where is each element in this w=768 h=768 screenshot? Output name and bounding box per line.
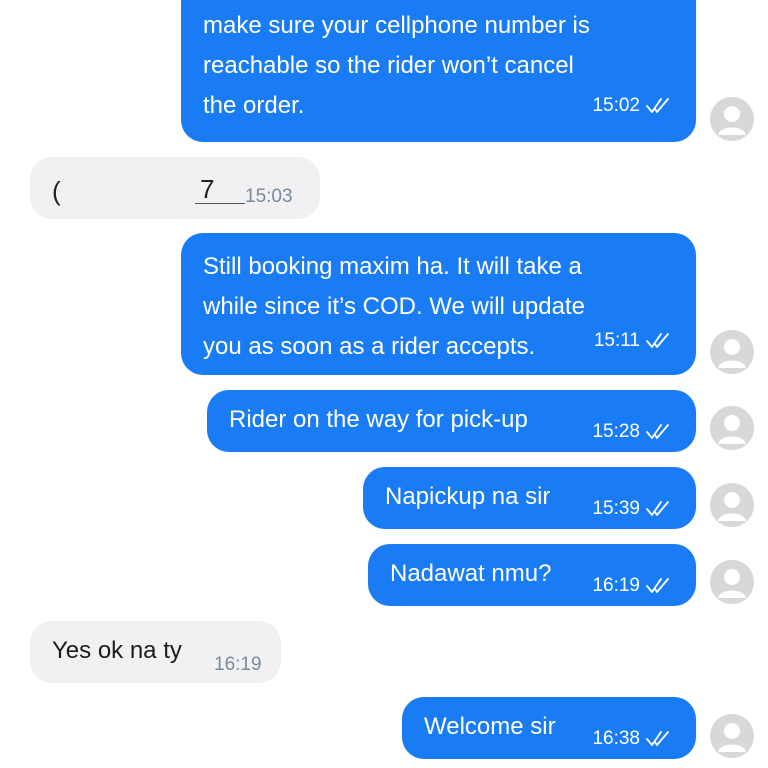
message-bubble-outgoing[interactable]: Still booking maxim ha. It will take a w…: [181, 233, 696, 375]
message-bubble-outgoing[interactable]: Napickup na sir 15:39: [363, 467, 696, 529]
double-check-icon: [646, 577, 670, 595]
message-meta: 16:19: [214, 645, 262, 685]
default-avatar-icon[interactable]: [710, 560, 754, 604]
message-time: 15:02: [592, 95, 640, 116]
message-time: 16:19: [214, 654, 262, 675]
default-avatar-icon[interactable]: [710, 714, 754, 758]
message-bubble-incoming[interactable]: ( 7 15:03: [30, 157, 320, 219]
double-check-icon: [646, 332, 670, 350]
message-meta: 16:19: [592, 566, 670, 606]
redaction-underline: [195, 203, 245, 204]
message-time: 15:28: [592, 421, 640, 442]
double-check-icon: [646, 500, 670, 518]
message-time: 16:38: [592, 728, 640, 749]
message-meta: 16:38: [592, 719, 670, 759]
default-avatar-icon[interactable]: [710, 483, 754, 527]
message-meta: 15:03: [245, 177, 293, 217]
double-check-icon: [646, 97, 670, 115]
message-bubble-outgoing[interactable]: Rider on the way for pick-up 15:28: [207, 390, 696, 452]
double-check-icon: [646, 730, 670, 748]
message-meta: 15:02: [592, 86, 670, 126]
message-bubble-outgoing[interactable]: make sure your cellphone number is reach…: [181, 0, 696, 142]
double-check-icon: [646, 423, 670, 441]
message-meta: 15:11: [594, 321, 670, 361]
default-avatar-icon[interactable]: [710, 97, 754, 141]
default-avatar-icon[interactable]: [710, 406, 754, 450]
message-meta: 15:39: [592, 489, 670, 529]
message-bubble-outgoing[interactable]: Nadawat nmu? 16:19: [368, 544, 696, 606]
chat-thread: make sure your cellphone number is reach…: [0, 0, 768, 768]
message-meta: 15:28: [592, 412, 670, 452]
message-bubble-outgoing[interactable]: Welcome sir 16:38: [402, 697, 696, 759]
message-time: 15:03: [245, 186, 293, 207]
message-text-fragment: (: [52, 176, 61, 206]
default-avatar-icon[interactable]: [710, 330, 754, 374]
message-time: 15:11: [593, 330, 640, 351]
message-time: 16:19: [592, 575, 640, 596]
message-time: 15:39: [592, 498, 640, 519]
message-bubble-incoming[interactable]: Yes ok na ty 16:19: [30, 621, 281, 683]
